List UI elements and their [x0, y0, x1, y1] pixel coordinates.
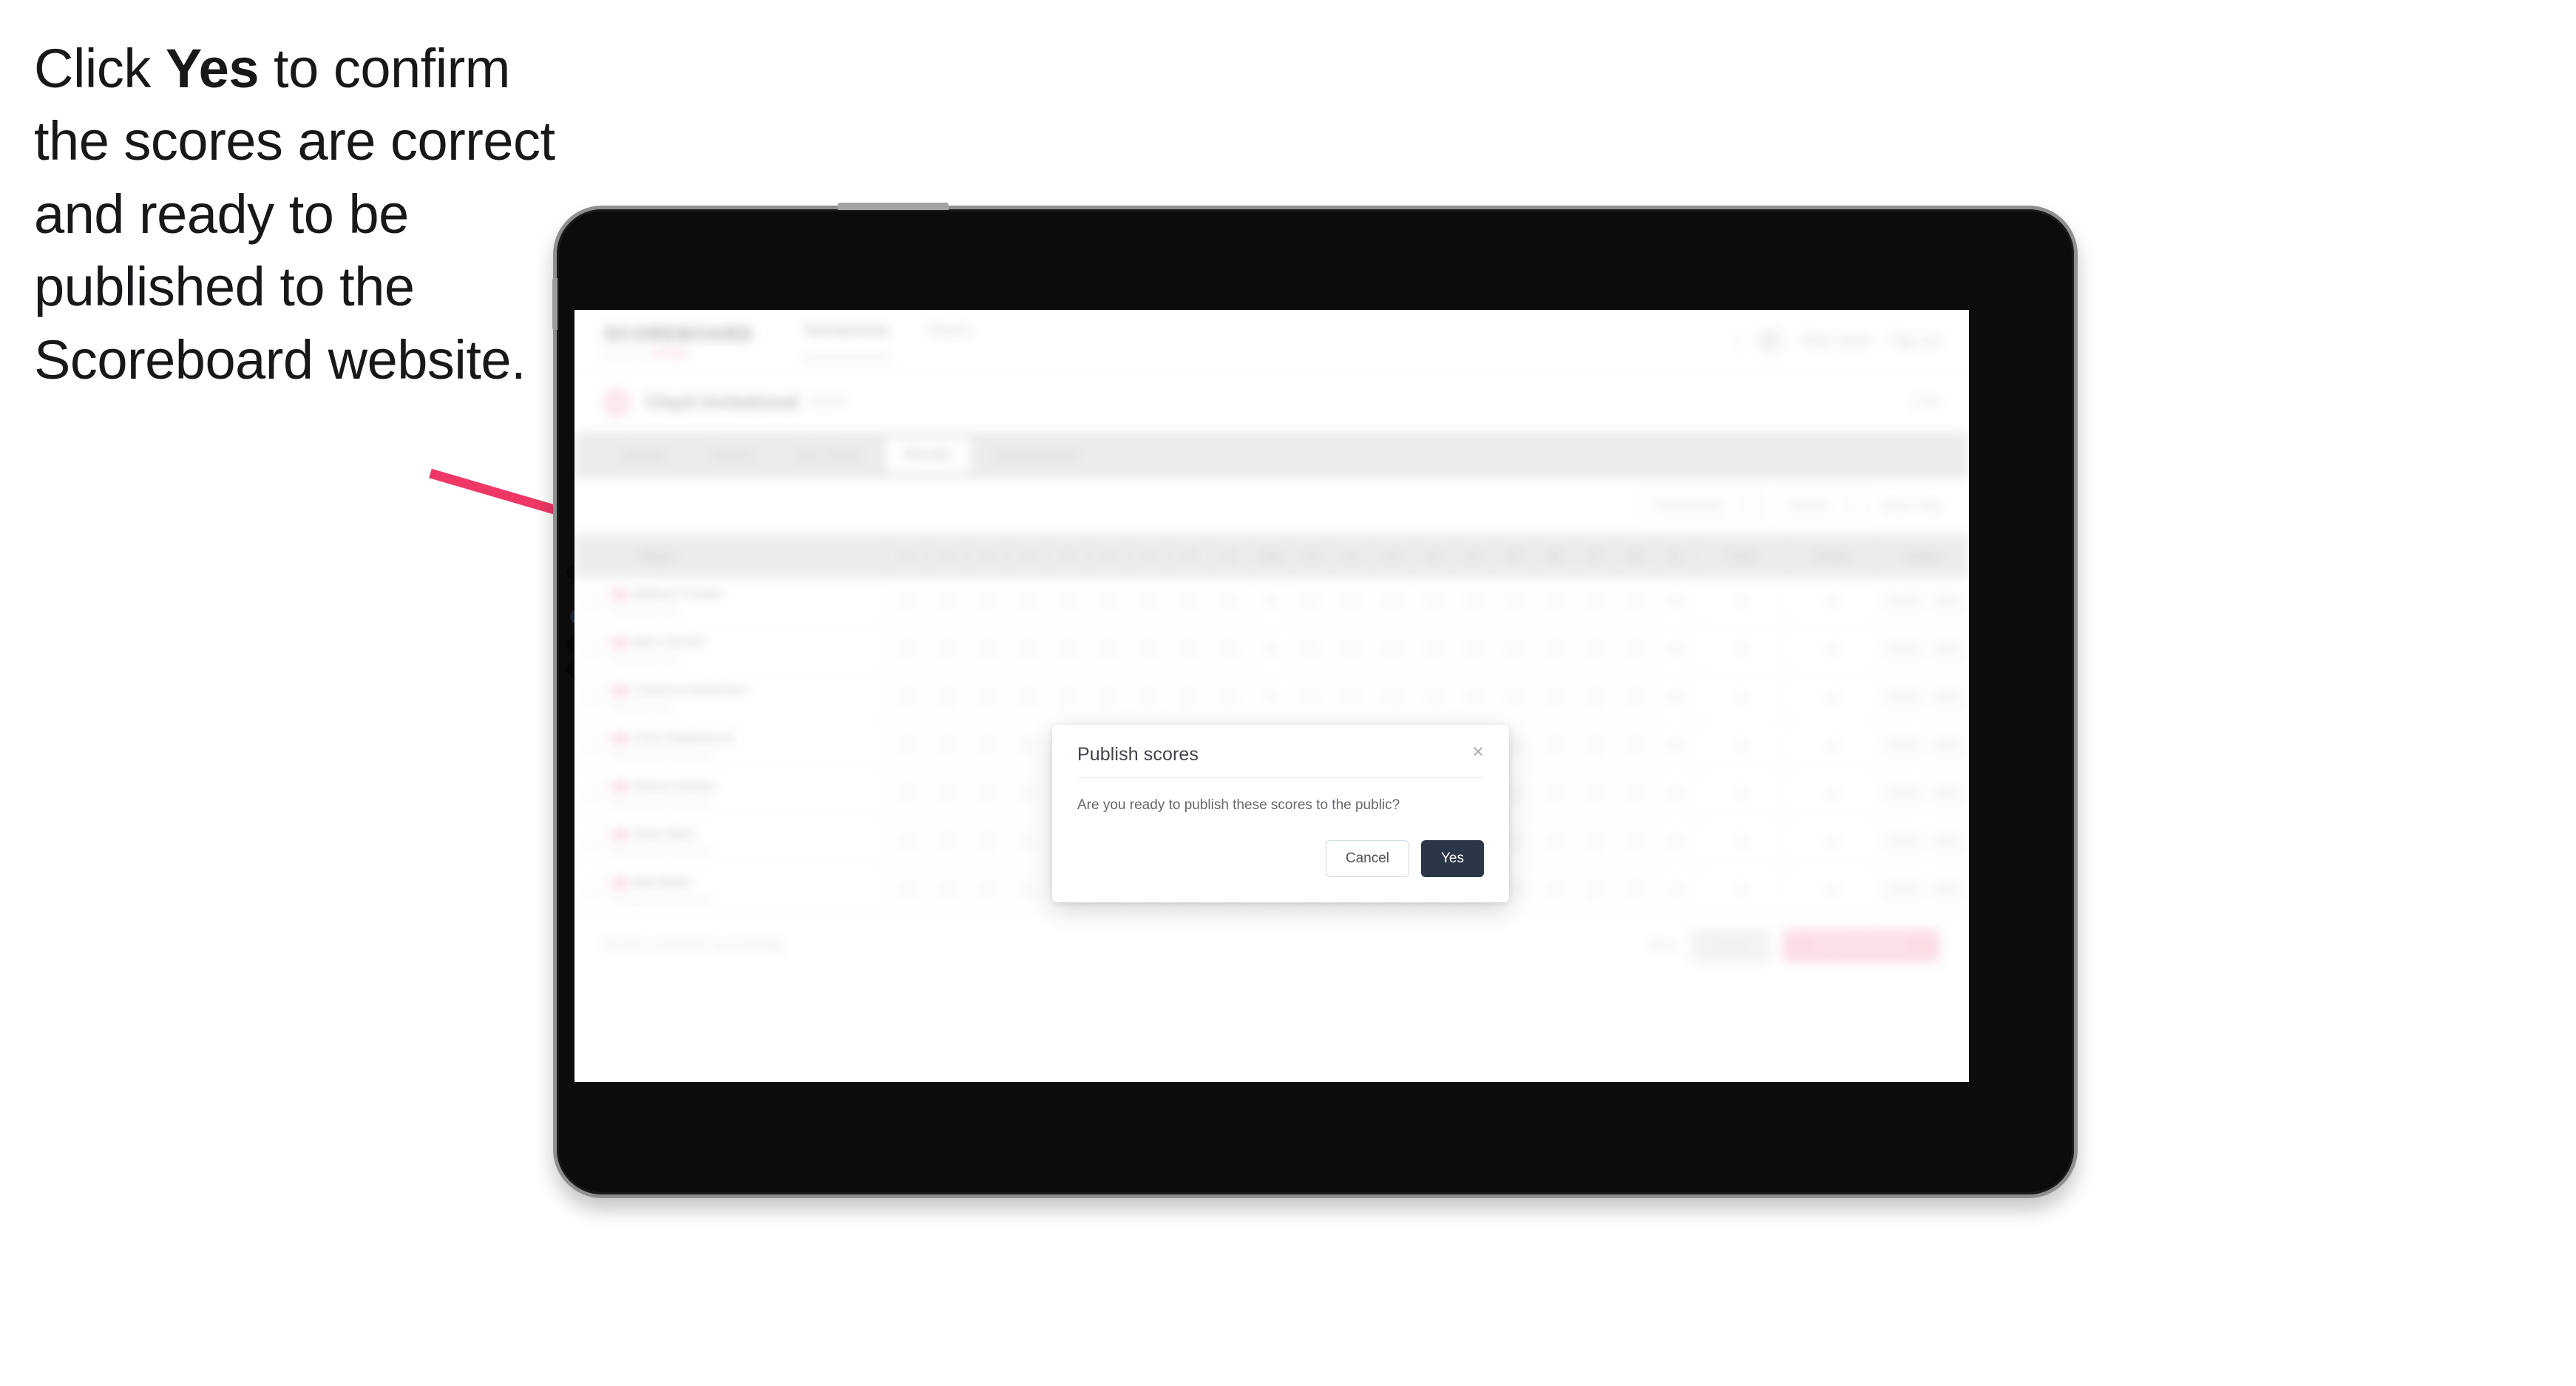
instruction-callout: Click Yes to confirm the scores are corr…: [34, 33, 596, 396]
dialog-header: Publish scores ×: [1077, 742, 1484, 778]
publish-scores-dialog: Publish scores × Are you ready to publis…: [1052, 725, 1509, 902]
tablet-device: SCOREBOARD powered by scoring Tournament…: [552, 203, 2078, 1198]
dialog-title: Publish scores: [1077, 744, 1199, 765]
dialog-actions: Cancel Yes: [1077, 814, 1484, 877]
device-side-button: [552, 278, 557, 330]
close-icon[interactable]: ×: [1472, 742, 1484, 762]
device-top-button: [838, 203, 949, 210]
yes-button[interactable]: Yes: [1421, 840, 1484, 877]
instruction-text-part1: Click: [34, 38, 166, 99]
dialog-body-text: Are you ready to publish these scores to…: [1077, 797, 1400, 813]
device-screen: SCOREBOARD powered by scoring Tournament…: [574, 310, 1969, 1082]
modal-scrim: [574, 310, 1969, 1082]
cancel-button[interactable]: Cancel: [1325, 840, 1409, 877]
instruction-emphasis: Yes: [165, 38, 260, 99]
